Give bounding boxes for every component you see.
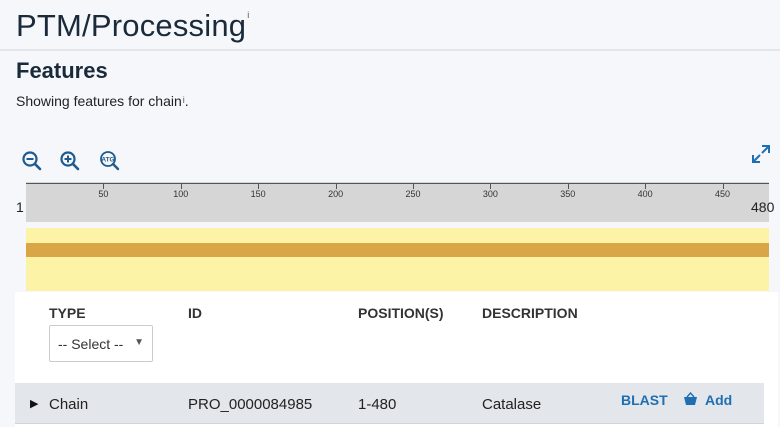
- page-title: PTM/Processingi: [16, 8, 249, 44]
- header-description[interactable]: DESCRIPTION: [482, 305, 578, 321]
- zoom-in-icon[interactable]: [59, 150, 81, 172]
- add-button[interactable]: Add: [705, 392, 732, 408]
- section-title: Features: [16, 58, 108, 83]
- description-end: .: [184, 93, 189, 109]
- ruler-tick-label: 50: [98, 189, 109, 199]
- title-divider: [0, 49, 780, 51]
- ruler-tick-label: 400: [637, 189, 653, 199]
- page-title-text: PTM/Processing: [16, 8, 247, 43]
- row-id: PRO_0000084985: [188, 396, 313, 413]
- atg-zoom-icon[interactable]: ATG: [99, 150, 121, 172]
- features-description: Showing features for chaini.: [16, 93, 189, 109]
- basket-icon[interactable]: [683, 392, 698, 406]
- type-filter-select[interactable]: -- Select -- ▼: [49, 325, 153, 362]
- header-id[interactable]: ID: [188, 305, 202, 321]
- ruler-tick-label: 200: [328, 189, 344, 199]
- header-positions[interactable]: POSITION(S): [358, 305, 444, 321]
- ruler-tick-label: 350: [560, 189, 576, 199]
- row-description: Catalase: [482, 396, 542, 413]
- ruler-start-label: 1: [16, 199, 24, 215]
- svg-text:ATG: ATG: [101, 157, 114, 164]
- row-positions: 1-480: [358, 396, 397, 413]
- info-icon[interactable]: i: [183, 95, 185, 105]
- expand-row-icon[interactable]: ▶: [30, 397, 38, 410]
- chain-feature-bar[interactable]: [26, 243, 769, 257]
- info-icon[interactable]: i: [247, 10, 249, 20]
- ruler-tick-label: 150: [250, 189, 266, 199]
- sequence-ruler[interactable]: [26, 182, 769, 222]
- expand-icon[interactable]: [750, 143, 772, 165]
- type-filter-value: -- Select --: [58, 336, 124, 352]
- row-type: Chain: [49, 396, 89, 413]
- ruler-tick-label: 300: [482, 189, 498, 199]
- zoom-out-icon[interactable]: [21, 150, 43, 172]
- header-type[interactable]: TYPE: [49, 305, 86, 321]
- ruler-axis: [26, 183, 769, 184]
- ruler-end-label: 480: [751, 199, 775, 215]
- ruler-tick-label: 250: [405, 189, 421, 199]
- feature-track: [26, 228, 769, 291]
- chevron-down-icon: ▼: [134, 337, 144, 348]
- ruler-tick-label: 450: [715, 189, 731, 199]
- ruler-tick-label: 100: [173, 189, 189, 199]
- description-text: Showing features for chain: [16, 93, 182, 109]
- blast-button[interactable]: BLAST: [621, 392, 668, 408]
- table-row[interactable]: ▶ Chain PRO_0000084985 1-480 Catalase BL…: [15, 383, 764, 424]
